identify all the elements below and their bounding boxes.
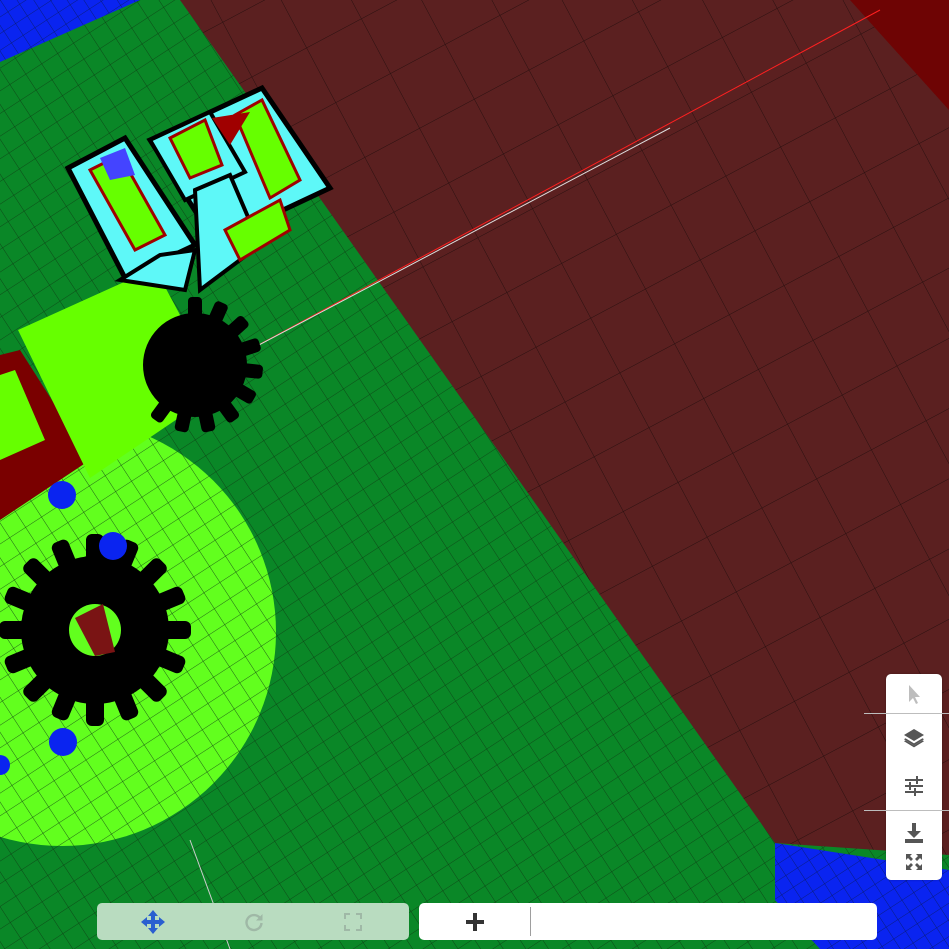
blue-marker [48,481,76,509]
frame-icon [344,912,362,931]
add-object-bar [419,903,877,940]
layers-tool-button[interactable] [886,718,942,758]
toolbar-divider [864,810,949,811]
blue-marker [49,728,77,756]
move-tool-button[interactable] [133,903,173,940]
object-input[interactable] [535,907,869,938]
add-button[interactable] [455,903,495,940]
3d-viewport[interactable] [0,0,949,949]
redo-icon [245,913,263,931]
sliders-icon [905,776,923,796]
redo-tool-button[interactable] [234,903,274,940]
move-icon [141,909,165,934]
right-toolbar [864,674,949,880]
bar-separator [530,907,531,936]
select-tool-button[interactable] [886,674,942,714]
download-icon [905,823,923,843]
fullscreen-tool-button[interactable] [886,844,942,880]
settings-tool-button[interactable] [886,766,942,806]
toolbar-divider [864,713,949,714]
fullscreen-icon [906,854,922,870]
gear-lower [0,534,191,726]
plus-icon [466,912,484,931]
layers-icon [904,729,924,748]
cursor-icon [909,685,920,704]
transform-toolbar [97,903,409,940]
blue-marker [99,532,127,560]
frame-tool-button[interactable] [333,903,373,940]
